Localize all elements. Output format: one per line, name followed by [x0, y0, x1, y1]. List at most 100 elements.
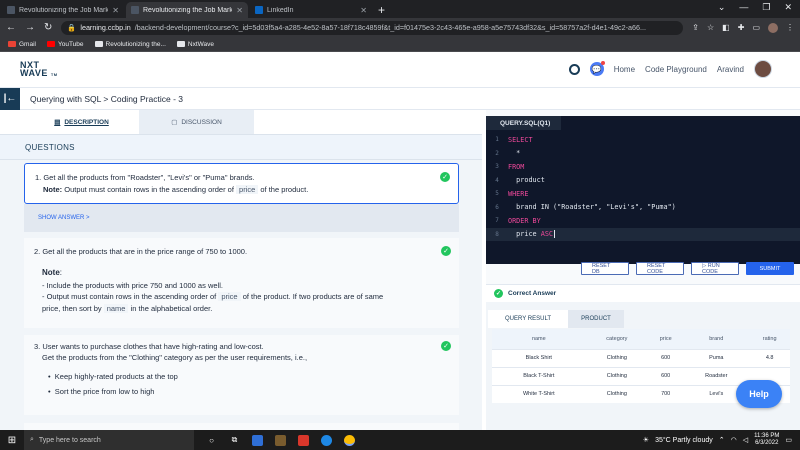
- bookmark-revolutionizing[interactable]: Revolutionizing the...: [94, 41, 166, 48]
- minimize-icon[interactable]: —: [739, 2, 748, 13]
- note-text: price, then sort by: [42, 304, 104, 313]
- tab-label: DESCRIPTION: [64, 118, 109, 126]
- run-code-button[interactable]: ▷ RUN CODE: [691, 262, 739, 275]
- header-nav: 💬 Home Code Playground Aravind: [568, 60, 772, 78]
- sidebar-toggle-button[interactable]: |←: [0, 87, 20, 110]
- bookmark-label: Gmail: [19, 40, 36, 48]
- code-line[interactable]: 1 SELECT: [486, 133, 800, 147]
- share-icon[interactable]: ⇪: [692, 23, 699, 32]
- nav-username[interactable]: Aravind: [717, 65, 744, 74]
- code-line[interactable]: 7 ORDER BY: [486, 214, 800, 228]
- tab-title: Revolutionizing the Job Market |: [143, 6, 233, 14]
- question-card-1[interactable]: 1. Get all the products from "Roadster",…: [24, 163, 459, 204]
- avatar[interactable]: [754, 60, 772, 78]
- sql-text: brand IN ("Roadster", "Levi's", "Puma"): [508, 203, 676, 212]
- sql-text: price: [508, 230, 541, 239]
- forward-icon[interactable]: →: [25, 22, 35, 33]
- tab-discussion[interactable]: ▢ DISCUSSION: [139, 110, 254, 134]
- table-row: Black Shirt Clothing 600 Puma 4.8: [492, 348, 790, 367]
- search-placeholder: Type here to search: [38, 436, 101, 444]
- code-line[interactable]: 3 FROM: [486, 160, 800, 174]
- code-line[interactable]: 6 brand IN ("Roadster", "Levi's", "Puma"…: [486, 201, 800, 215]
- file-explorer-icon[interactable]: [252, 434, 263, 446]
- close-icon[interactable]: ✕: [236, 6, 243, 15]
- code-line[interactable]: 8 price ASC: [486, 227, 800, 241]
- clock[interactable]: 11:36 PM 6/3/2022: [754, 433, 779, 447]
- code-line[interactable]: 5 WHERE: [486, 187, 800, 201]
- chat-icon[interactable]: 💬: [589, 61, 605, 76]
- question-text: Get the products from the "Clothing" cat…: [42, 353, 308, 362]
- notifications-icon[interactable]: ▭: [785, 436, 792, 444]
- close-icon[interactable]: ✕: [112, 6, 119, 15]
- tab-query-result[interactable]: QUERY RESULT: [488, 310, 568, 328]
- back-icon[interactable]: ←: [6, 22, 16, 33]
- browser-tab-2[interactable]: Revolutionizing the Job Market | ✕: [126, 2, 248, 18]
- reset-db-button[interactable]: RESET DB: [581, 262, 629, 275]
- note-heading: Note:: [42, 268, 63, 277]
- windows-start-icon[interactable]: ⊞: [0, 430, 24, 450]
- reload-icon[interactable]: ↻: [44, 22, 52, 33]
- new-tab-button[interactable]: +: [378, 2, 385, 18]
- bookmark-nxtwave[interactable]: NxtWave: [176, 41, 214, 48]
- close-icon[interactable]: ✕: [360, 6, 367, 15]
- menu-dots-icon[interactable]: ⋮: [786, 23, 794, 32]
- chrome-icon[interactable]: [344, 434, 355, 446]
- question-text: 1. Get all the products from "Roadster",…: [35, 173, 255, 182]
- tab-description[interactable]: ▤ DESCRIPTION: [24, 110, 139, 134]
- browser-toolbar-icons: ⇪ ☆ ◧ ✚ ▭ ⋮: [692, 22, 794, 33]
- taskbar-search[interactable]: ⌕ Type here to search: [24, 430, 194, 450]
- tab-product[interactable]: PRODUCT: [568, 310, 624, 328]
- line-number: 8: [495, 230, 499, 238]
- result-area: QUERY RESULT PRODUCT name category price br…: [486, 302, 800, 430]
- gmail-icon: [8, 41, 16, 47]
- code-line[interactable]: 2 *: [486, 147, 800, 161]
- url-field[interactable]: 🔒 learning.ccbp.in/backend-development/c…: [61, 20, 684, 35]
- restore-icon[interactable]: ❐: [762, 2, 770, 13]
- close-window-icon[interactable]: ✕: [784, 2, 792, 13]
- weather-text[interactable]: 35°C Partly cloudy: [655, 437, 713, 444]
- nav-code-playground[interactable]: Code Playground: [645, 65, 707, 74]
- cortana-icon[interactable]: ○: [206, 435, 217, 446]
- profile-avatar-icon[interactable]: [768, 22, 778, 33]
- extension-icon[interactable]: ◧: [722, 23, 730, 32]
- status-text: Correct Answer: [508, 290, 557, 297]
- tray-arrow-icon[interactable]: ⌃: [719, 436, 725, 444]
- task-view-icon[interactable]: ⧉: [229, 435, 240, 446]
- line-number: 4: [495, 176, 499, 184]
- windows-taskbar: ⊞ ⌕ Type here to search ○ ⧉ ☀ 35°C Partl…: [0, 430, 800, 450]
- taskbar-apps: ○ ⧉: [206, 434, 355, 446]
- note-text: of the product.: [258, 185, 309, 194]
- sidebar-icon[interactable]: ▭: [752, 23, 760, 32]
- browser-tab-1[interactable]: Revolutionizing the Job Market | ✕: [2, 2, 124, 18]
- wifi-icon[interactable]: ◠: [731, 436, 737, 444]
- line-number: 6: [495, 203, 499, 211]
- nxtwave-logo[interactable]: NXT WAVE TM: [20, 61, 58, 79]
- store-icon[interactable]: [275, 434, 286, 446]
- timer-icon[interactable]: [568, 63, 580, 75]
- volume-icon[interactable]: ◁: [743, 436, 748, 444]
- code-line[interactable]: 4 product: [486, 174, 800, 188]
- reset-code-button[interactable]: RESET CODE: [636, 262, 684, 275]
- list-item: • Keep highly-rated products at the top: [48, 372, 178, 381]
- bookmarks-bar: Gmail YouTube Revolutionizing the... Nxt…: [0, 37, 800, 52]
- bullet-text: Sort the price from low to high: [54, 387, 155, 396]
- question-card-3[interactable]: 3. User wants to purchase clothes that h…: [24, 335, 459, 415]
- bookmark-youtube[interactable]: YouTube: [46, 41, 84, 48]
- question-card-2[interactable]: 2. Get all the products that are in the …: [24, 238, 459, 328]
- check-icon: ✓: [441, 341, 451, 351]
- office-icon[interactable]: [298, 434, 309, 446]
- submit-button[interactable]: SUBMIT: [746, 262, 794, 275]
- chevron-down-icon[interactable]: ⌄: [718, 2, 726, 13]
- show-answer-link[interactable]: SHOW ANSWER >: [24, 204, 459, 232]
- puzzle-icon[interactable]: ✚: [738, 23, 745, 32]
- nav-home[interactable]: Home: [614, 65, 635, 74]
- table-cell: Puma: [683, 348, 750, 367]
- edge-icon[interactable]: [321, 434, 332, 446]
- help-button[interactable]: Help: [736, 380, 782, 408]
- editor-file-tab[interactable]: QUERY.SQL(Q1): [486, 116, 561, 130]
- code-editor[interactable]: QUERY.SQL(Q1) 1 SELECT 2 * 3 FROM 4 product 5 W…: [486, 116, 800, 264]
- star-icon[interactable]: ☆: [707, 23, 714, 32]
- browser-tab-3[interactable]: LinkedIn ✕: [250, 2, 372, 18]
- bookmark-gmail[interactable]: Gmail: [8, 41, 36, 48]
- question-card-4[interactable]: [24, 423, 459, 430]
